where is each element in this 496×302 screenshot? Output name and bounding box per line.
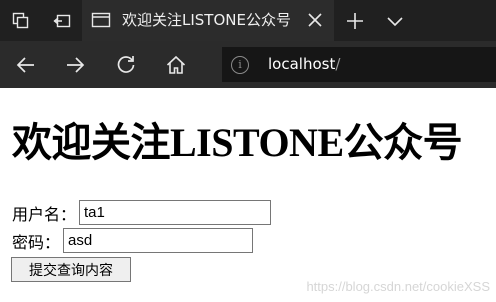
plus-icon[interactable] [340, 0, 370, 41]
tab-title: 欢迎关注LISTONE公众号 [122, 11, 291, 29]
page-content: 欢迎关注LISTONE公众号 用户名： ta1 密码： asd 提交查询内容 h… [0, 88, 496, 302]
address-bar[interactable]: i localhost/ [222, 47, 496, 82]
tab-actions-icon[interactable] [0, 0, 41, 41]
url-text: localhost/ [268, 55, 340, 73]
watermark: https://blog.csdn.net/cookieXSS [306, 279, 490, 294]
username-label: 用户名： [12, 204, 77, 224]
active-tab[interactable]: 欢迎关注LISTONE公众号 [82, 0, 334, 41]
page-title: 欢迎关注LISTONE公众号 [12, 120, 463, 165]
refresh-icon[interactable] [103, 41, 149, 88]
password-input[interactable]: asd [63, 228, 254, 253]
back-arrow-icon[interactable] [3, 41, 49, 88]
set-aside-tabs-icon[interactable] [41, 0, 82, 41]
page-icon [91, 11, 111, 33]
forward-arrow-icon[interactable] [52, 41, 98, 88]
close-icon[interactable] [304, 9, 326, 31]
password-row: 密码： asd [12, 227, 254, 254]
url-path: / [335, 55, 341, 73]
tab-bar: 欢迎关注LISTONE公众号 [0, 0, 496, 41]
url-host: localhost [268, 55, 336, 73]
submit-button[interactable]: 提交查询内容 [11, 257, 131, 282]
navigation-bar: i localhost/ [0, 41, 496, 88]
info-icon[interactable]: i [231, 56, 249, 74]
chevron-down-icon[interactable] [380, 0, 410, 41]
home-icon[interactable] [153, 41, 199, 88]
username-row: 用户名： ta1 [12, 199, 272, 226]
username-input[interactable]: ta1 [79, 200, 272, 225]
password-label: 密码： [12, 232, 61, 252]
